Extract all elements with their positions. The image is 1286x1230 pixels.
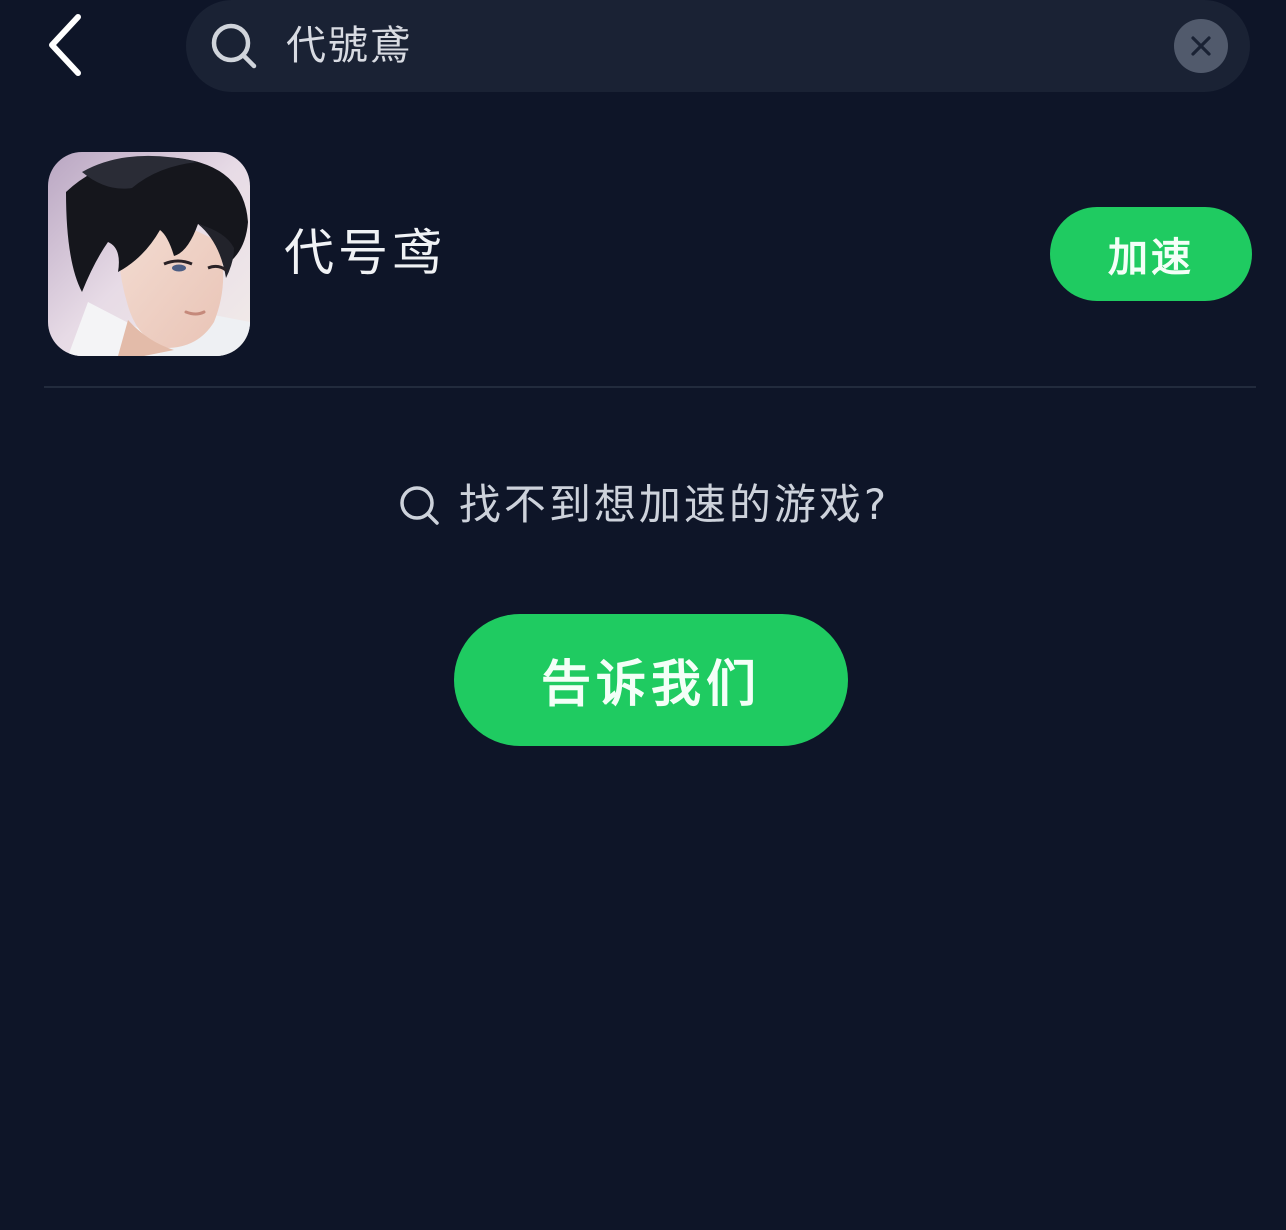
back-button[interactable] (36, 10, 96, 80)
search-icon (400, 486, 439, 525)
close-icon (1191, 36, 1211, 56)
search-result-item[interactable]: 代号鸢 加速 (0, 140, 1286, 370)
game-title: 代号鸢 (284, 224, 446, 282)
chevron-left-icon (49, 14, 81, 76)
accelerate-button[interactable]: 加速 (1050, 207, 1252, 301)
search-icon (211, 23, 257, 69)
not-found-prompt: 找不到想加速的游戏? (0, 470, 1286, 540)
search-input[interactable]: 代號鳶 (286, 18, 412, 74)
search-bar[interactable]: 代號鳶 (186, 0, 1250, 92)
tell-us-button[interactable]: 告诉我们 (454, 614, 848, 746)
game-cover-image[interactable] (48, 152, 250, 356)
clear-search-button[interactable] (1174, 19, 1228, 73)
not-found-text: 找不到想加速的游戏? (458, 480, 890, 529)
divider (44, 386, 1256, 388)
